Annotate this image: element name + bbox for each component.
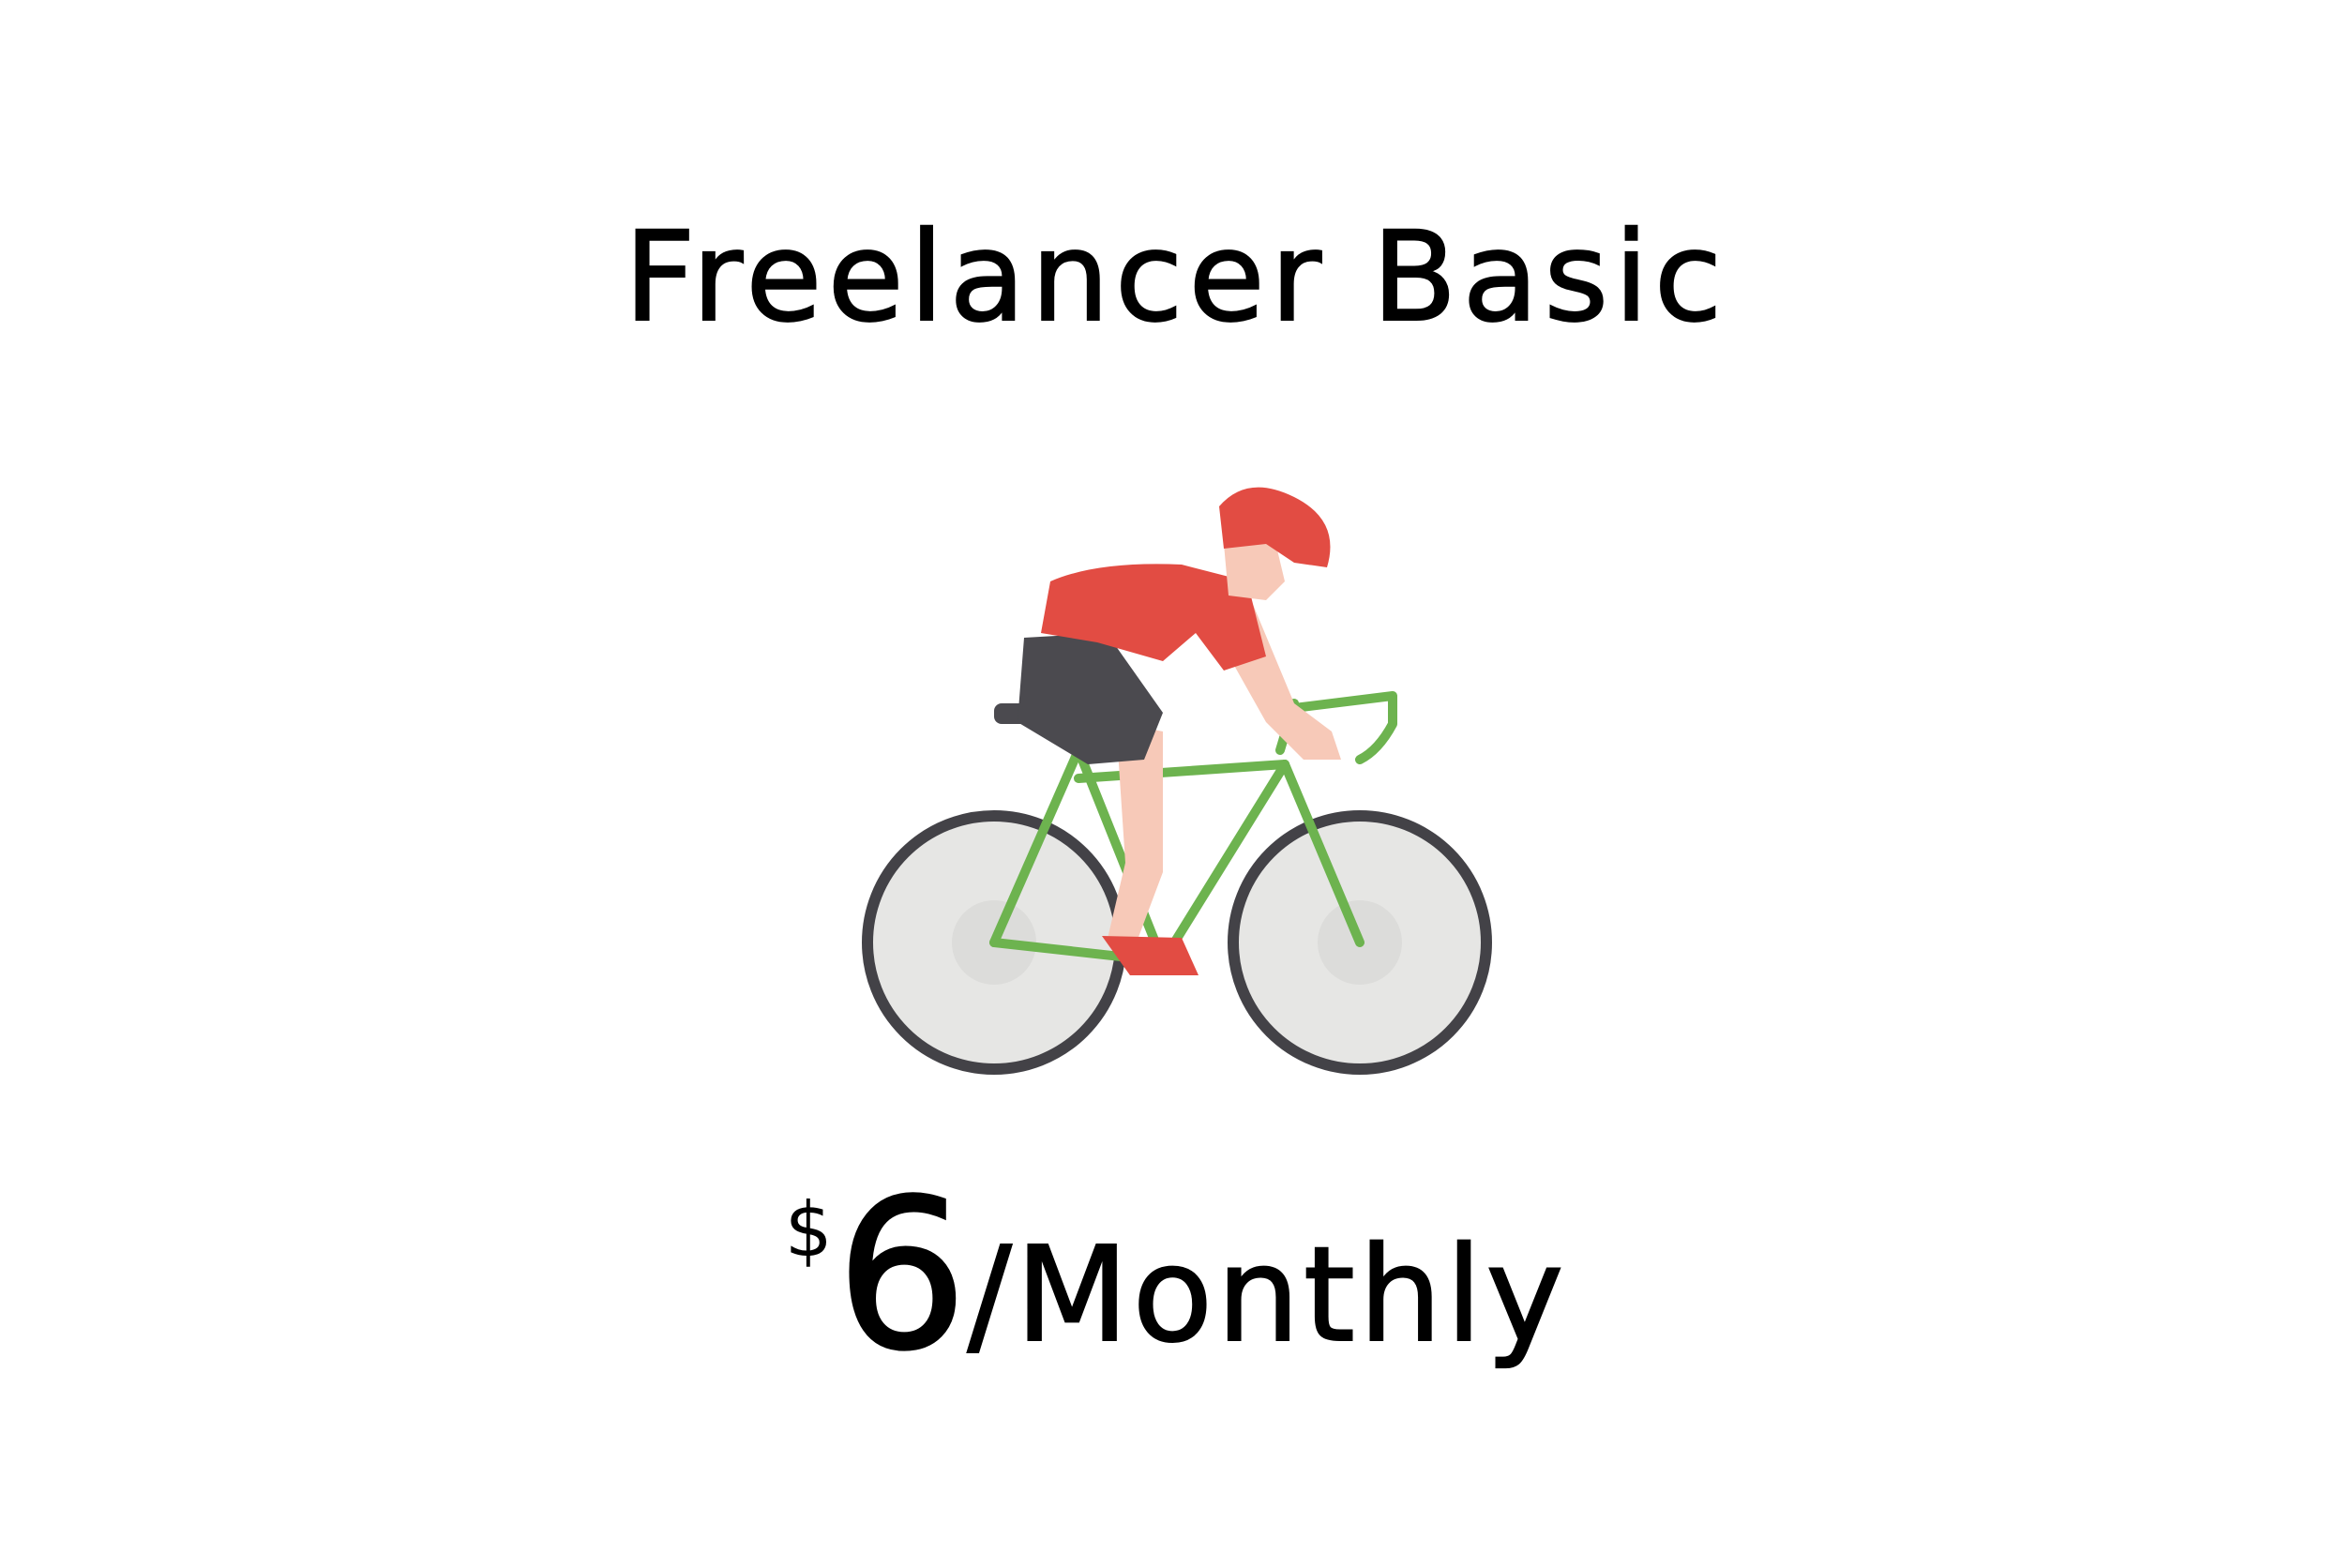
price-period: /Monthly: [967, 1219, 1568, 1372]
rider-face: [1224, 542, 1285, 600]
pricing-card: Freelancer Basic $ 6 /Monthly: [0, 0, 2352, 1568]
helmet-visor: [1229, 553, 1275, 563]
plan-title: Freelancer Basic: [624, 205, 1728, 350]
price-display: $ 6 /Monthly: [0, 1155, 2352, 1395]
price-amount: 6: [835, 1155, 969, 1395]
cyclist-icon: [853, 478, 1510, 1097]
price-currency: $: [784, 1186, 833, 1274]
